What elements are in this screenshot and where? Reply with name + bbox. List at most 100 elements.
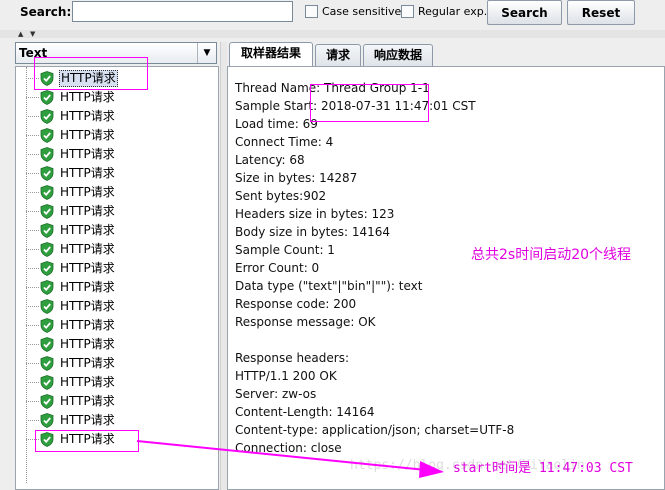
tree-item-http-request[interactable]: HTTP请求 [16,316,216,335]
tree-connector [26,287,39,288]
tree-item-http-request[interactable]: HTTP请求 [16,430,216,449]
tree-connector [26,363,39,364]
success-shield-icon [40,337,54,352]
tree-item-http-request[interactable]: HTTP请求 [16,297,216,316]
tab-request[interactable]: 请求 [315,44,361,66]
regex-checkbox[interactable] [401,5,414,18]
tree-connector [26,401,39,402]
tree-connector [26,173,39,174]
tree-item-http-request[interactable]: HTTP请求 [16,88,216,107]
case-sensitive-checkbox[interactable] [305,5,318,18]
tree-item-label: HTTP请求 [60,413,115,427]
success-shield-icon [40,185,54,200]
success-shield-icon [40,242,54,257]
tree-item-label: HTTP请求 [60,299,115,313]
tree-connector [26,230,39,231]
tab-sampler-result[interactable]: 取样器结果 [229,42,313,67]
success-shield-icon [40,299,54,314]
tree-connector [26,97,39,98]
tree-item-label: HTTP请求 [60,261,115,275]
tree-item-http-request[interactable]: HTTP请求 [16,278,216,297]
tree-item-label: HTTP请求 [60,242,115,256]
tree-item-http-request[interactable]: HTTP请求 [16,259,216,278]
tab-response-data[interactable]: 响应数据 [363,44,433,66]
tree-item-http-request[interactable]: HTTP请求 [16,164,216,183]
renderer-select[interactable]: Text ▼ [15,42,217,64]
tree-connector [26,344,39,345]
success-shield-icon [40,413,54,428]
result-line: Size in bytes: 14287 [235,171,358,185]
tree-item-http-request[interactable]: HTTP请求 [16,411,216,430]
success-shield-icon [40,432,54,447]
result-line: Response code: 200 [235,297,357,311]
success-shield-icon [40,394,54,409]
tree-item-http-request[interactable]: HTTP请求 [16,69,216,88]
success-shield-icon [40,280,54,295]
search-button[interactable]: Search [487,0,562,25]
tree-item-http-request[interactable]: HTTP请求 [16,335,216,354]
tree-item-http-request[interactable]: HTTP请求 [16,354,216,373]
tree-item-http-request[interactable]: HTTP请求 [16,107,216,126]
tree-item-label: HTTP请求 [60,128,115,142]
success-shield-icon [40,128,54,143]
result-line: Data type ("text"|"bin"|""): text [235,279,423,293]
reset-button[interactable]: Reset [567,0,635,25]
vertical-splitter[interactable] [220,42,227,490]
result-line: Sent bytes:902 [235,189,327,203]
success-shield-icon [40,71,54,86]
result-line: Sample Start: 2018-07-31 11:47:01 CST [235,99,476,113]
sampler-result-panel: Thread Name: Thread Group 1-1 Sample Star… [227,66,665,490]
result-line: Content-type: application/json; charset=… [235,423,515,437]
search-label: Search: [20,5,72,19]
annotation-total-threads: 总共2s时间启动20个线程 [471,247,632,263]
sampler-tree: HTTP请求 HTTP请求 HTTP请求 HTTP请求 HTTP请求 HTTP请求 HTTP… [15,66,219,490]
search-bar: Search: Case sensitive Regular exp. Sear… [0,0,665,30]
tree-item-http-request[interactable]: HTTP请求 [16,373,216,392]
result-line: Response headers: [235,351,350,365]
result-line: HTTP/1.1 200 OK [235,369,337,383]
success-shield-icon [40,223,54,238]
collapse-down-icon[interactable]: ▼ [30,30,35,38]
tree-item-http-request[interactable]: HTTP请求 [16,145,216,164]
tree-item-http-request[interactable]: HTTP请求 [16,183,216,202]
tree-item-label: HTTP请求 [60,185,115,199]
tree-item-label: HTTP请求 [60,109,115,123]
tree-connector [26,135,39,136]
tree-item-http-request[interactable]: HTTP请求 [16,221,216,240]
success-shield-icon [40,375,54,390]
tree-item-label: HTTP请求 [60,147,115,161]
horizontal-splitter[interactable]: ▲ ▼ [0,30,665,38]
annotation-start-time: start时间是 11:47:03 CST [453,461,633,476]
tree-item-label: HTTP请求 [60,356,115,370]
case-sensitive-label: Case sensitive [322,5,402,18]
tree-connector [26,306,39,307]
result-line: Headers size in bytes: 123 [235,207,395,221]
result-line: Body size in bytes: 14164 [235,225,391,239]
tree-item-http-request[interactable]: HTTP请求 [16,202,216,221]
result-line: Response message: OK [235,315,376,329]
tree-connector [26,192,39,193]
tree-connector [26,268,39,269]
collapse-up-icon[interactable]: ▲ [18,30,23,38]
result-line: Error Count: 0 [235,261,320,275]
tree-connector [26,116,39,117]
success-shield-icon [40,109,54,124]
search-input[interactable] [72,1,293,22]
tree-item-label: HTTP请求 [60,337,115,351]
tree-item-http-request[interactable]: HTTP请求 [16,392,216,411]
result-line: Server: zw-os [235,387,317,401]
success-shield-icon [40,204,54,219]
success-shield-icon [40,261,54,276]
tree-connector [26,154,39,155]
tree-connector [26,78,39,79]
result-line: Latency: 68 [235,153,305,167]
tree-item-label: HTTP请求 [60,166,115,180]
success-shield-icon [40,90,54,105]
tree-item-http-request[interactable]: HTTP请求 [16,126,216,145]
tree-item-http-request[interactable]: HTTP请求 [16,240,216,259]
chevron-down-icon[interactable]: ▼ [197,43,216,63]
result-line: Thread Name: Thread Group 1-1 [235,81,430,95]
tree-item-label: HTTP请求 [60,90,115,104]
tree-item-label: HTTP请求 [60,223,115,237]
result-line: Connection: close [235,441,342,455]
